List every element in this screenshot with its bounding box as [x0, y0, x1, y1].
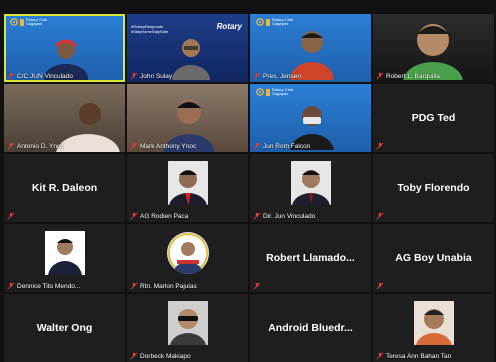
rotary-header: Rotary Club Cagayan	[256, 18, 293, 26]
participant-label: Dir. Jun Vinculado	[253, 212, 315, 220]
mic-muted-icon	[253, 72, 261, 80]
profile-photo	[167, 301, 208, 345]
mic-muted-icon	[130, 282, 138, 290]
mic-muted-icon	[130, 142, 138, 150]
mic-muted-icon	[130, 352, 138, 360]
mic-muted-icon	[376, 72, 384, 80]
profile-photo	[290, 161, 331, 205]
participant-tile[interactable]: Rotary Club Cagayan Jun Rom Falcon	[250, 84, 371, 152]
mic-muted-icon	[7, 72, 15, 80]
rotary-header: Rotary Club Cagayan	[10, 18, 47, 26]
participant-label	[7, 212, 15, 220]
participant-label: AG Rodien Paca	[130, 212, 188, 220]
participant-label: Dorbeck Makiapo	[130, 352, 191, 360]
participant-display-name: AG Boy Unabia	[395, 252, 472, 264]
participant-label	[376, 212, 384, 220]
participant-tile[interactable]: AG Boy Unabia	[373, 224, 494, 292]
rotary-wheel-icon	[256, 88, 264, 96]
mic-muted-icon	[376, 352, 384, 360]
participant-label	[376, 282, 384, 290]
person-video	[403, 24, 463, 80]
person-video	[172, 39, 210, 80]
mic-muted-icon	[253, 282, 261, 290]
participant-name: Dennice Tito Mendo...	[17, 282, 81, 290]
participant-display-name: PDG Ted	[411, 112, 456, 124]
mic-muted-icon	[376, 142, 384, 150]
rotary-wheel-icon	[10, 18, 18, 26]
participant-name: C/C JUN Vinculado	[17, 72, 73, 80]
profile-photo	[167, 161, 208, 205]
banner-text: #RotaryResponds #StayHomeStaySafe	[131, 24, 169, 34]
mic-muted-icon	[7, 142, 15, 150]
profile-photo	[166, 232, 209, 274]
participant-name: John Sulay	[140, 72, 173, 80]
participant-label: Rtn. Marlon Pajulas	[130, 282, 197, 290]
mic-muted-icon	[130, 72, 138, 80]
participant-tile[interactable]: Antonio D. Ynoc	[4, 84, 125, 152]
mic-muted-icon	[376, 212, 384, 220]
gallery-grid: Rotary Club Cagayan C/C JUN Vinculado #Ro…	[4, 14, 494, 362]
participant-label: Antonio D. Ynoc	[7, 142, 64, 150]
mic-muted-icon	[253, 142, 261, 150]
participant-tile[interactable]: Rtn. Marlon Pajulas	[127, 224, 248, 292]
participant-tile[interactable]: Robert Llamado...	[250, 224, 371, 292]
participant-display-name: Android Bluedr...	[268, 322, 353, 334]
participant-tile[interactable]: Dorbeck Makiapo	[127, 294, 248, 362]
participant-label	[376, 142, 384, 150]
participant-display-name: Walter Ong	[36, 322, 93, 334]
participant-display-name: Kit R. Daleon	[31, 182, 98, 194]
participant-tile[interactable]: #RotaryResponds #StayHomeStaySafe Rotary …	[127, 14, 248, 82]
participant-label: Teresa Ann Bahan Tan	[376, 352, 451, 360]
participant-name: Mark Anthony Ynoc	[140, 142, 197, 150]
participant-tile[interactable]: Rotary Club Cagayan C/C JUN Vinculado	[4, 14, 125, 82]
mic-muted-icon	[253, 212, 261, 220]
profile-photo	[413, 301, 454, 345]
participant-label: Pres. Jensen	[253, 72, 301, 80]
participant-label: Robert L. Barquilla	[376, 72, 440, 80]
participant-tile[interactable]: Android Bluedr...	[250, 294, 371, 362]
participant-tile[interactable]: Kit R. Daleon	[4, 154, 125, 222]
participant-tile[interactable]: AG Rodien Paca	[127, 154, 248, 222]
participant-tile[interactable]: Rotary Club Cagayan Pres. Jensen	[250, 14, 371, 82]
mic-muted-icon	[376, 282, 384, 290]
participant-tile[interactable]: Dir. Jun Vinculado	[250, 154, 371, 222]
participant-name: Dir. Jun Vinculado	[263, 212, 316, 220]
participant-name: AG Rodien Paca	[140, 212, 189, 220]
participant-tile[interactable]: Teresa Ann Bahan Tan	[373, 294, 494, 362]
participant-name: Jun Rom Falcon	[263, 142, 311, 150]
participant-tile[interactable]: Robert L. Barquilla	[373, 14, 494, 82]
participant-tile[interactable]: Toby Florendo	[373, 154, 494, 222]
participant-tile[interactable]: PDG Ted	[373, 84, 494, 152]
mic-muted-icon	[7, 282, 15, 290]
participant-name: Robert L. Barquilla	[386, 72, 440, 80]
rotary-logo: Rotary	[216, 22, 242, 31]
participant-tile[interactable]: Walter Ong	[4, 294, 125, 362]
profile-photo	[44, 231, 85, 275]
participant-display-name: Toby Florendo	[397, 182, 470, 194]
participant-label: Mark Anthony Ynoc	[130, 142, 196, 150]
participant-label: John Sulay	[130, 72, 172, 80]
participant-label	[253, 282, 261, 290]
rotary-header: Rotary Club Cagayan	[256, 88, 293, 96]
participant-label: Dennice Tito Mendo...	[7, 282, 80, 290]
participant-label: C/C JUN Vinculado	[7, 72, 73, 80]
participant-display-name: Robert Llamado...	[266, 252, 355, 264]
participant-name: Dorbeck Makiapo	[140, 352, 191, 360]
participant-tile[interactable]: Dennice Tito Mendo...	[4, 224, 125, 292]
participant-name: Antonio D. Ynoc	[17, 142, 64, 150]
participant-tile[interactable]: Mark Anthony Ynoc	[127, 84, 248, 152]
participant-name: Pres. Jensen	[263, 72, 301, 80]
mic-muted-icon	[130, 212, 138, 220]
participant-name: Rtn. Marlon Pajulas	[140, 282, 197, 290]
mic-muted-icon	[7, 212, 15, 220]
participant-label: Jun Rom Falcon	[253, 142, 310, 150]
rotary-wheel-icon	[256, 18, 264, 26]
participant-name: Teresa Ann Bahan Tan	[386, 352, 452, 360]
